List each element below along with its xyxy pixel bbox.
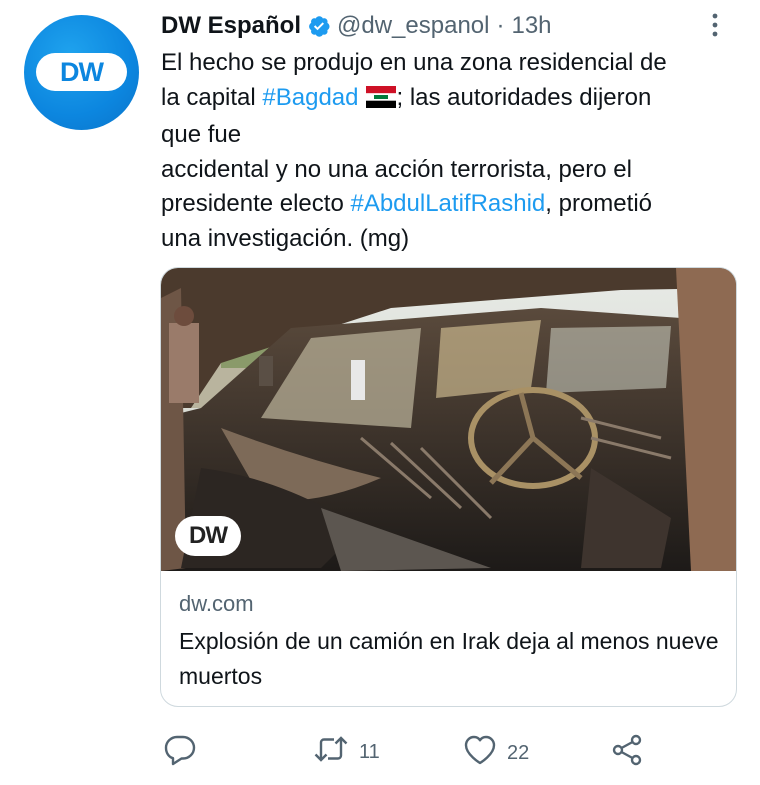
reply-icon (163, 734, 197, 772)
tweet-text-segment: ; las autoridades dijeron (396, 83, 652, 111)
tweet-text: El hecho se produjo en una zona residenc… (161, 46, 746, 256)
tweet-line: que fue (161, 121, 242, 148)
retweet-icon (313, 734, 349, 770)
tweet-line: El hecho se produjo en una zona residenc… (161, 49, 667, 76)
verified-icon (307, 14, 331, 38)
tweet-line: la capital #Bagdad ; las autoridades dije… (161, 81, 746, 119)
like-count: 22 (507, 741, 530, 764)
dw-watermark: DW (175, 516, 241, 556)
timestamp[interactable]: 13h (511, 12, 551, 40)
iraq-flag-icon (366, 84, 397, 119)
tweet-line: una investigación. (mg) (161, 224, 410, 252)
action-bar: 11 22 (0, 730, 760, 770)
dw-logo-text: DW (60, 56, 104, 87)
retweet-button[interactable]: 11 (313, 734, 380, 770)
avatar[interactable]: DW (24, 15, 139, 130)
tweet-text-segment: la capital (161, 83, 263, 111)
more-icon[interactable] (700, 10, 730, 40)
tweet-line: presidente electo #AbdulLatifRashid, pro… (161, 187, 746, 222)
dw-watermark-text: DW (189, 522, 228, 549)
author-handle[interactable]: @dw_espanol (337, 12, 489, 40)
hashtag-bagdad[interactable]: #Bagdad (262, 84, 358, 111)
like-button[interactable]: 22 (463, 734, 529, 772)
tweet-line: accidental y no una acción terrorista, p… (161, 155, 632, 183)
retweet-count: 11 (359, 740, 380, 763)
tweet-text-segment: presidente electo (161, 190, 351, 217)
reply-button[interactable] (163, 734, 197, 772)
tweet-text-segment: , prometió (545, 190, 652, 217)
share-icon (610, 734, 644, 772)
separator: · (496, 12, 505, 39)
card-image[interactable] (161, 268, 736, 571)
tweet-header: DW Español @dw_espanol · 13h (161, 10, 552, 42)
hashtag-abdullatifrashid[interactable]: #AbdulLatifRashid (350, 190, 545, 217)
dw-logo: DW (36, 53, 127, 91)
card-domain[interactable]: dw.com (179, 591, 254, 617)
card-title[interactable]: Explosión de un camión en Irak deja al m… (179, 624, 719, 694)
share-button[interactable] (610, 734, 644, 772)
like-icon (463, 734, 497, 772)
author-name[interactable]: DW Español (161, 12, 301, 40)
link-card[interactable]: DW dw.com Explosión de un camión en Irak… (160, 267, 737, 707)
